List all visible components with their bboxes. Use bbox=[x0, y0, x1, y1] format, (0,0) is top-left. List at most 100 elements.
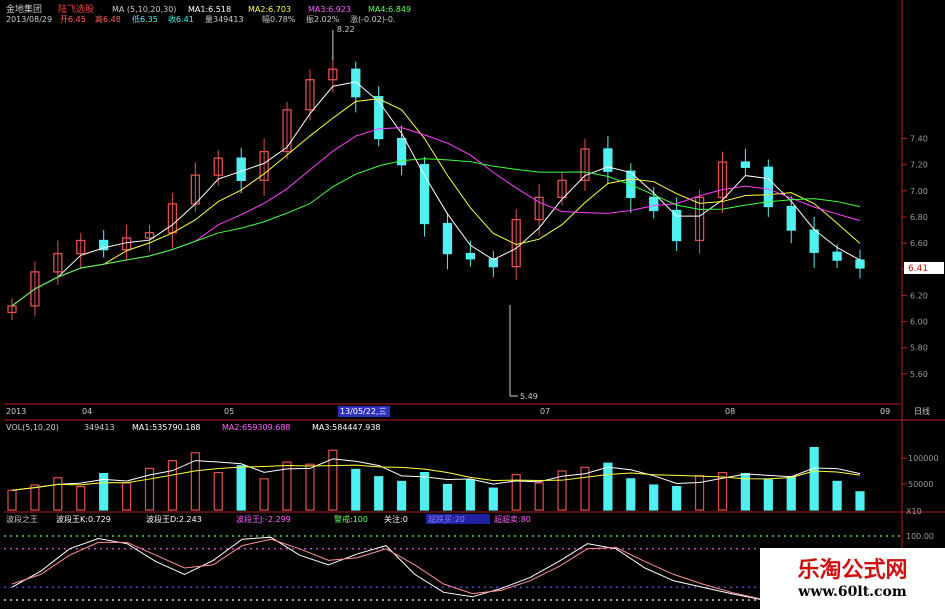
volume-bar bbox=[488, 487, 498, 511]
time-cursor-label: 13/05/22,三 bbox=[340, 407, 386, 416]
candle-body bbox=[419, 164, 430, 225]
volume-bar bbox=[30, 484, 40, 511]
volume-bar bbox=[374, 476, 384, 511]
ma5-line bbox=[11, 81, 861, 307]
price-tick-label: 6.00 bbox=[910, 318, 928, 327]
volume-bar bbox=[626, 478, 636, 511]
ma1-value: MA1:6.518 bbox=[188, 5, 231, 14]
strength-value: 涨(-0.02)-0. bbox=[350, 14, 395, 24]
indicator-focus: 关注:0 bbox=[384, 514, 408, 524]
change-value: 幅0.78% bbox=[262, 14, 296, 24]
time-axis-label: 07 bbox=[540, 407, 550, 416]
indicator-tick-100: 100.00 bbox=[906, 532, 934, 541]
volume-header: VOL(5,10,20) bbox=[6, 423, 59, 432]
volume-value: 量349413 bbox=[205, 15, 244, 24]
ma-params: MA (5,10,20,30) bbox=[112, 5, 176, 14]
candle-body bbox=[740, 161, 751, 168]
ma10-line bbox=[11, 98, 861, 307]
volume-bar bbox=[672, 486, 682, 511]
volume-bar bbox=[465, 479, 475, 511]
candle-body bbox=[671, 209, 682, 242]
volume-bar bbox=[236, 465, 246, 511]
price-tick-label: 7.20 bbox=[910, 161, 928, 170]
price-tick-label: 7.00 bbox=[910, 187, 928, 196]
candle-body bbox=[374, 96, 384, 140]
volume-bar bbox=[809, 447, 819, 511]
volume-bar bbox=[121, 482, 132, 511]
watermark-url: www.60lt.com bbox=[798, 584, 907, 600]
indicator-j: 波段王J:-2.299 bbox=[236, 514, 291, 524]
close-value: 收6.41 bbox=[168, 14, 194, 24]
indicator-line bbox=[11, 536, 761, 600]
watermark: 乐淘公式网 www.60lt.com bbox=[760, 548, 945, 609]
volume-bar bbox=[763, 479, 773, 511]
volume-bar bbox=[76, 486, 86, 511]
volume-bar bbox=[7, 489, 17, 511]
volume-tick-label: 100000 bbox=[908, 454, 939, 463]
candle-body bbox=[763, 166, 773, 208]
high-value: 高6.48 bbox=[95, 14, 121, 24]
ma30-line bbox=[11, 158, 861, 307]
volume-bar bbox=[649, 484, 659, 511]
price-tick-label: 6.20 bbox=[910, 291, 928, 300]
candle-body bbox=[442, 222, 453, 255]
volume-bar bbox=[351, 468, 361, 511]
volume-bar bbox=[442, 483, 453, 511]
candle-body bbox=[855, 259, 865, 269]
stock-chart: 金地集团 陆飞选股 MA (5,10,20,30) MA1:6.518 MA2:6.70… bbox=[4, 0, 945, 609]
price-tick-label: 6.80 bbox=[910, 213, 928, 222]
time-axis-label: 04 bbox=[82, 407, 92, 416]
volume-bar bbox=[534, 482, 544, 511]
price-tick-label: 6.60 bbox=[910, 239, 928, 248]
volume-bar bbox=[259, 478, 269, 511]
volume-tick-label: 50000 bbox=[908, 480, 933, 489]
indicator-d: 波段王D:2.243 bbox=[146, 514, 202, 524]
watermark-title: 乐淘公式网 bbox=[797, 558, 908, 583]
low-value: 低6.35 bbox=[132, 14, 158, 24]
ma20-line bbox=[11, 127, 861, 307]
current-price-label: 6.41 bbox=[908, 264, 928, 274]
price-tick-label: 5.60 bbox=[910, 370, 928, 379]
indicator-alert: 警戒:100 bbox=[334, 514, 368, 524]
ma2-value: MA2:6.703 bbox=[248, 5, 291, 14]
amplitude-value: 振2.02% bbox=[306, 14, 340, 24]
open-value: 开6.45 bbox=[60, 15, 86, 24]
volume-current: 349413 bbox=[84, 423, 115, 432]
price-tick-label: 5.80 bbox=[910, 344, 928, 353]
volume-bar bbox=[786, 476, 796, 511]
volume-ma1: MA1:535790.188 bbox=[132, 423, 201, 432]
volume-bar bbox=[832, 480, 842, 511]
candle-body bbox=[649, 196, 659, 212]
ma4-value: MA4:6.849 bbox=[368, 5, 411, 14]
indicator-k: 波段王K:0.729 bbox=[56, 514, 111, 524]
volume-ma2: MA2:659309.688 bbox=[222, 423, 291, 432]
volume-ma3: MA3:584447.938 bbox=[312, 423, 381, 432]
volume-bar bbox=[53, 477, 63, 511]
volume-bar bbox=[603, 462, 613, 511]
volume-bar bbox=[855, 491, 865, 511]
indicator-name-label: 波段之王 bbox=[6, 514, 38, 524]
date-label: 2013/08/29 bbox=[6, 15, 52, 24]
volume-bar bbox=[694, 475, 705, 511]
candle-body bbox=[236, 157, 246, 182]
volume-bar bbox=[213, 471, 223, 511]
candle-body bbox=[465, 252, 476, 260]
time-axis-label: 08 bbox=[725, 407, 735, 416]
ma3-value: MA3:6.923 bbox=[308, 5, 351, 14]
volume-unit: X10 bbox=[906, 507, 922, 516]
candle-body bbox=[809, 229, 819, 253]
time-axis-label: 05 bbox=[224, 407, 234, 416]
volume-ma1-line bbox=[11, 458, 861, 491]
time-axis-label: 09 bbox=[880, 407, 890, 416]
indicator-overbought: 超跌买:20 bbox=[428, 514, 465, 524]
indicator-name: 陆飞选股 bbox=[58, 3, 94, 15]
volume-bar bbox=[397, 480, 407, 511]
candle-body bbox=[351, 68, 361, 98]
candle-body bbox=[786, 205, 796, 231]
high-marker-label: 8.22 bbox=[337, 25, 355, 34]
price-tick-label: 7.40 bbox=[910, 135, 928, 144]
volume-bar bbox=[419, 471, 430, 511]
volume-bar bbox=[167, 460, 178, 511]
stock-name: 金地集团 bbox=[6, 3, 42, 15]
indicator-oversold: 超超卖:80 bbox=[494, 514, 531, 524]
